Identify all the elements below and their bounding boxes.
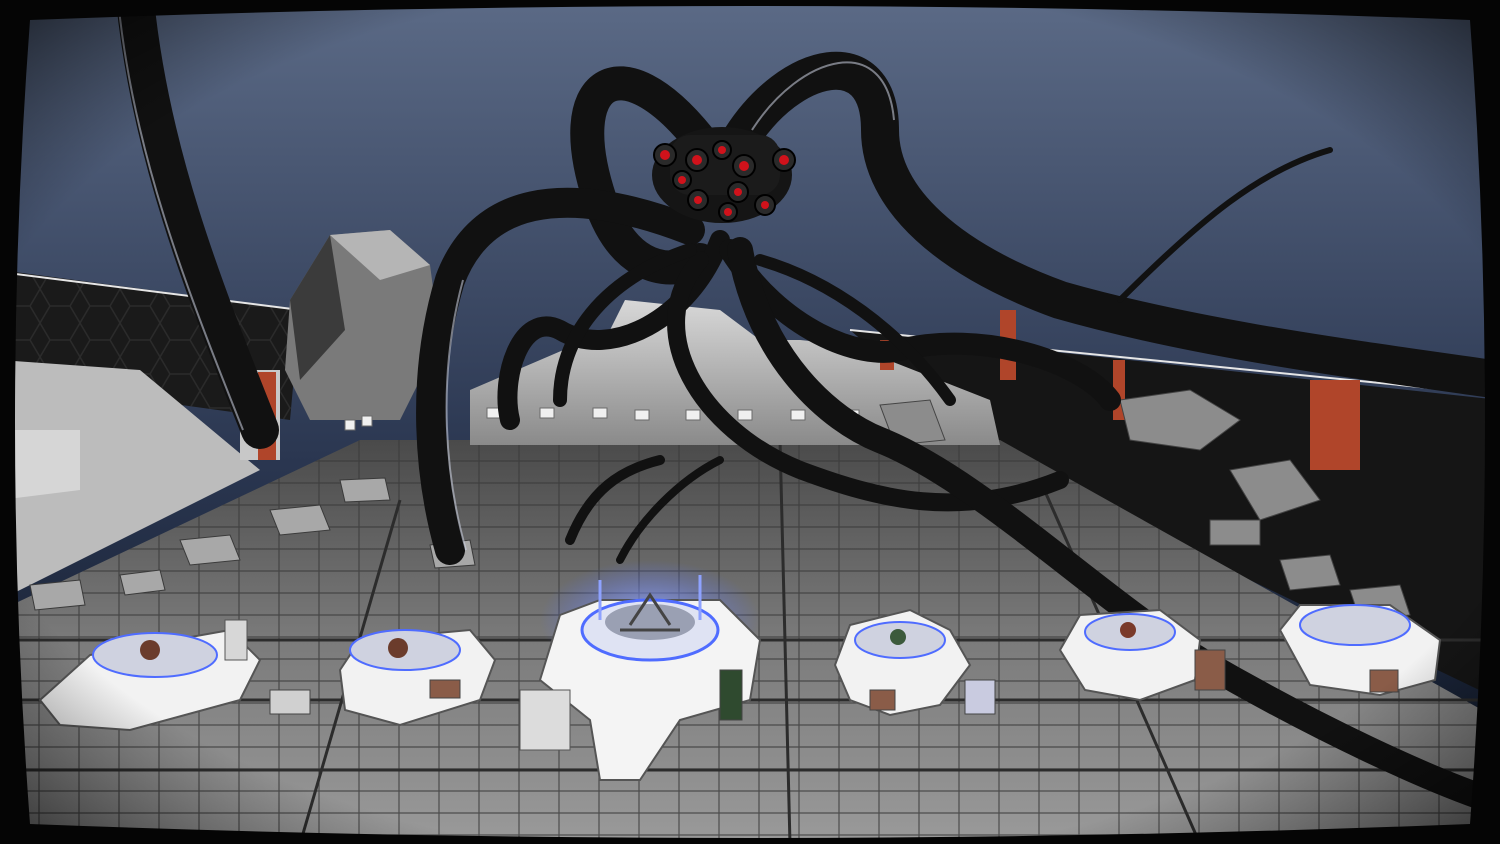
game-scene — [0, 0, 1500, 844]
vignette — [0, 0, 1500, 844]
